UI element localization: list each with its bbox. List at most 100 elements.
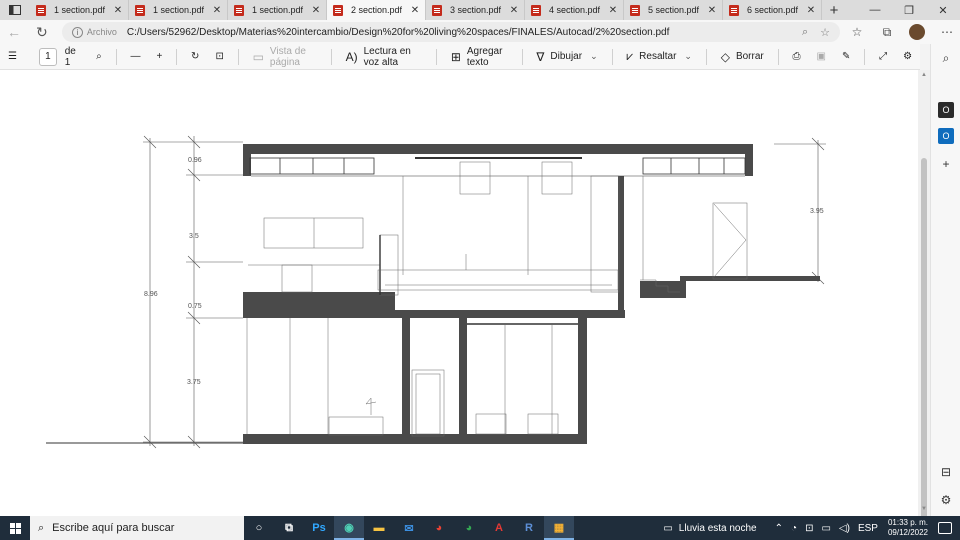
r-icon[interactable]: R [514,516,544,540]
find-button[interactable]: ⌕ [88,44,110,70]
tab[interactable]: 1 section.pdf ✕ [30,0,129,20]
highlight-button[interactable]: ⩗ Resaltar ⌄ [618,44,700,70]
display-icon[interactable]: ⊡ [805,523,813,534]
fullscreen-button[interactable]: ⤢ [871,44,895,70]
read-aloud-button[interactable]: A) Lectura en voz alta [338,44,430,70]
maximize-button[interactable]: ❐ [892,0,926,20]
divider [436,48,437,65]
volume-icon[interactable]: ◁) [839,523,850,534]
profile-button[interactable] [904,21,930,43]
gear-icon[interactable]: ⚙ [938,492,954,508]
rotate-button[interactable]: ↻ [183,44,207,70]
zoom-out-button[interactable]: — [122,44,148,70]
minimize-button[interactable]: — [858,0,892,20]
start-button[interactable] [0,516,30,540]
tab[interactable]: 3 section.pdf ✕ [426,0,525,20]
network-icon[interactable]: ▭ [821,523,830,534]
mail-icon[interactable]: ✉ [394,516,424,540]
add-icon[interactable]: + [938,156,954,172]
calculator-icon[interactable]: ▦ [544,516,574,540]
close-icon[interactable]: ✕ [606,5,620,16]
zoom-in-button[interactable]: + [148,44,170,70]
tab[interactable]: 6 section.pdf ✕ [723,0,822,20]
save-icon: ▣ [816,51,826,62]
close-icon[interactable]: ✕ [804,5,818,16]
task-view-icon[interactable]: ⧉ [274,516,304,540]
url-text[interactable]: C:/Users/52962/Desktop/Materias%20interc… [127,27,670,38]
close-icon[interactable]: ✕ [507,5,521,16]
cortana-icon[interactable]: ○ [244,516,274,540]
erase-button[interactable]: ◇ Borrar [713,44,772,70]
save-as-button[interactable]: ✎ [834,44,858,70]
chevron-down-icon[interactable]: ⌄ [590,51,598,62]
close-icon[interactable]: ✕ [408,5,422,16]
printer-icon: ⎙ [792,51,801,62]
rotate-icon: ↻ [191,51,200,62]
chevron-down-icon[interactable]: ⌄ [684,51,692,62]
close-icon[interactable]: ✕ [309,5,323,16]
office-icon[interactable]: O [938,102,954,118]
chrome-icon[interactable]: ◕ [424,516,454,540]
taskbar-search[interactable]: ⌕ Escribe aquí para buscar [30,516,244,540]
tab[interactable]: 5 section.pdf ✕ [624,0,723,20]
scroll-thumb[interactable] [921,158,927,528]
more-icon[interactable]: ⋯ [934,21,960,43]
outlook-icon[interactable]: O [938,128,954,144]
draw-button[interactable]: ∇ Dibujar ⌄ [528,44,605,70]
acrobat-icon[interactable]: A [484,516,514,540]
scroll-down-icon[interactable]: ▼ [920,506,928,514]
weather-widget[interactable]: ▭ Lluvia esta noche [663,523,756,534]
url-field[interactable]: i Archivo C:/Users/52962/Desktop/Materia… [61,22,841,42]
sidebar-toggle-icon[interactable]: ⊟ [938,464,954,480]
tab[interactable]: 1 section.pdf ✕ [228,0,327,20]
chevron-up-icon[interactable]: ⌃ [775,523,783,534]
onedrive-icon[interactable]: ◔ [791,523,797,534]
tab-active[interactable]: 2 section.pdf ✕ [327,0,426,20]
add-text-button[interactable]: ⊞ Agregar texto [443,44,516,70]
notifications-icon[interactable] [938,522,952,534]
clock[interactable]: 01:33 p. m. 09/12/2022 [888,518,928,538]
scroll-up-icon[interactable]: ▲ [920,72,928,80]
back-button[interactable]: ← [0,20,28,44]
add-text-label: Agregar texto [466,45,503,68]
tab-strip: 1 section.pdf ✕ 1 section.pdf ✕ 1 sectio… [0,0,960,20]
chrome-icon[interactable]: ◕ [454,516,484,540]
architectural-section-drawing: 0.96 3.5 8.96 0.75 3.75 3.95 [46,135,826,449]
save-button[interactable]: ▣ [808,44,833,70]
clock-date: 09/12/2022 [887,528,928,537]
tab[interactable]: 1 section.pdf ✕ [129,0,228,20]
close-icon[interactable]: ✕ [210,5,224,16]
tab[interactable]: 4 section.pdf ✕ [525,0,624,20]
settings-button[interactable]: ⚙ [895,44,920,70]
close-icon[interactable]: ✕ [111,5,125,16]
page-view-button[interactable]: ▭ Vista de página [245,44,325,70]
refresh-button[interactable]: ↻ [28,20,56,44]
dimension-label: 3.5 [189,233,199,240]
photoshop-icon[interactable]: Ps [304,516,334,540]
draw-label: Dibujar [550,51,583,62]
tab-actions-button[interactable] [0,0,30,20]
pdf-icon [333,4,343,16]
expand-icon: ⤢ [879,51,888,62]
windows-icon [9,522,21,534]
edge-icon[interactable]: ◉ [334,516,364,540]
close-icon[interactable]: ✕ [705,5,719,16]
close-window-button[interactable]: ✕ [926,0,960,20]
tab-label: 6 section.pdf [747,5,799,15]
page-number-input[interactable]: 1 [38,47,57,66]
browser-window: 1 section.pdf ✕ 1 section.pdf ✕ 1 sectio… [0,0,960,540]
language-indicator[interactable]: ESP [858,523,878,534]
favorite-add-icon[interactable]: ☆ [820,26,830,39]
favorites-icon[interactable]: ☆ [844,21,870,43]
fit-page-button[interactable]: ⊡ [207,44,231,70]
search-icon[interactable]: ⌕ [938,50,954,66]
search-icon[interactable]: ⌕ [802,26,808,39]
collections-icon[interactable]: ⧉ [874,21,900,43]
vertical-scrollbar[interactable]: ▲ ▼ [918,70,930,528]
contents-button[interactable]: ☰ [0,44,25,70]
fit-icon: ⊡ [215,51,224,62]
file-explorer-icon[interactable]: ▬ [364,516,394,540]
print-button[interactable]: ⎙ [784,44,808,70]
info-icon[interactable]: i [71,26,83,38]
new-tab-button[interactable]: + [822,2,846,19]
